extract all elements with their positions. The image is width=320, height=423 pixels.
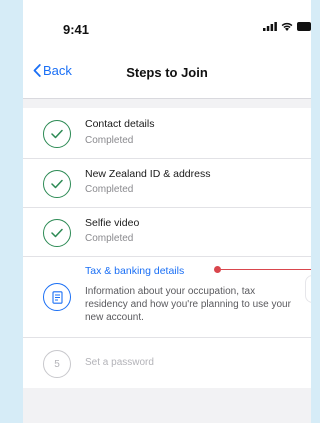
annotation-dot	[214, 266, 221, 273]
annotation-line	[217, 269, 311, 270]
navigation-bar: Back Steps to Join	[23, 46, 311, 99]
battery-icon	[297, 22, 311, 31]
document-icon	[43, 283, 71, 311]
signal-icon	[263, 22, 277, 31]
wifi-icon	[281, 22, 293, 31]
step-contact-details[interactable]: Contact details Completed	[23, 108, 311, 159]
step-title: Selfie video	[85, 217, 140, 229]
check-circle-icon	[43, 120, 71, 148]
page-title: Steps to Join	[126, 65, 208, 80]
check-circle-icon	[43, 219, 71, 247]
step-title: Contact details	[85, 118, 155, 130]
step-id-address[interactable]: New Zealand ID & address Completed	[23, 159, 311, 208]
status-time: 9:41	[63, 22, 90, 37]
step-description: Information about your occupation, tax r…	[85, 286, 291, 323]
phone-screen: 9:41 Back Steps to Join Contact details …	[23, 0, 311, 423]
chevron-placeholder	[305, 275, 311, 303]
step-title: Set a password	[85, 357, 154, 368]
check-circle-icon	[43, 170, 71, 198]
step-selfie-video[interactable]: Selfie video Completed	[23, 208, 311, 257]
step-status: Completed	[85, 135, 134, 146]
step-title: New Zealand ID & address	[85, 168, 211, 180]
step-title: Tax & banking details	[85, 265, 185, 277]
step-number-badge: 5	[43, 350, 71, 378]
step-set-password: 5 Set a password	[23, 338, 311, 388]
status-bar: 9:41	[23, 0, 311, 46]
status-icons	[263, 22, 311, 31]
step-status: Completed	[85, 233, 134, 244]
step-status: Completed	[85, 184, 134, 195]
